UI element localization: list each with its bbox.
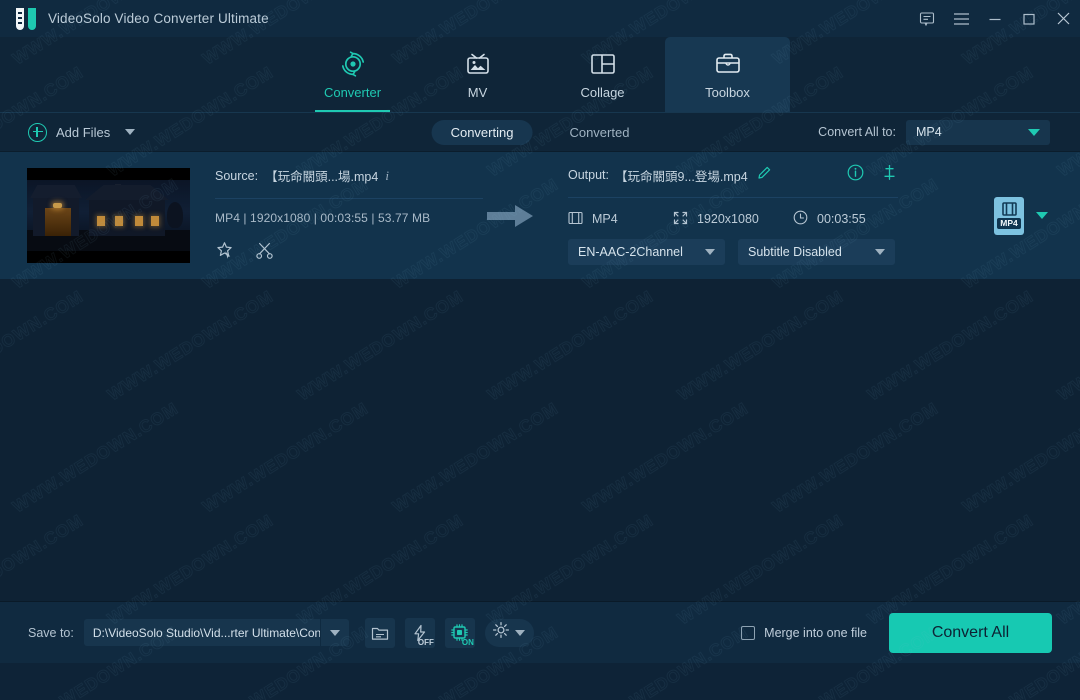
output-format-badge[interactable]: MP4: [994, 196, 1024, 235]
conversion-arrow-icon: [483, 203, 538, 229]
file-list: Source: 【玩命關頭...場.mp4 i MP4 | 1920x1080 …: [0, 152, 1080, 601]
output-resolution-value: 1920x1080: [697, 212, 759, 226]
checkbox-box: [741, 625, 756, 640]
rename-pencil-icon[interactable]: [757, 166, 771, 185]
film-icon: [568, 211, 583, 228]
tab-converted[interactable]: Converted: [550, 120, 648, 145]
subtitle-track-value: Subtitle Disabled: [748, 245, 842, 259]
feedback-icon[interactable]: [910, 0, 944, 37]
hardware-acceleration-state: OFF: [417, 637, 434, 647]
resize-icon: [673, 211, 688, 228]
merge-label: Merge into one file: [764, 625, 867, 640]
gear-icon: [492, 621, 510, 644]
tab-collage[interactable]: Collage: [540, 37, 665, 112]
output-format-row: MP4 1920x1080 00:03:55: [568, 210, 898, 228]
convert-all-to-select[interactable]: MP4: [906, 119, 1050, 145]
merge-into-one-file-checkbox[interactable]: Merge into one file: [741, 625, 867, 640]
convert-all-to-label: Convert All to:: [818, 125, 896, 139]
video-thumbnail[interactable]: [27, 168, 190, 263]
source-meta: MP4 | 1920x1080 | 00:03:55 | 53.77 MB: [215, 210, 431, 225]
add-files-label: Add Files: [56, 124, 111, 140]
add-files-button[interactable]: Add Files: [28, 122, 136, 142]
subtitle-track-select[interactable]: Subtitle Disabled: [738, 239, 895, 265]
output-label: Output:: [568, 168, 609, 182]
gpu-acceleration-toggle[interactable]: ON: [444, 617, 475, 648]
status-filter-group: Converting Converted: [431, 119, 649, 145]
toolbox-icon: [714, 50, 742, 78]
menu-icon[interactable]: [944, 0, 978, 37]
bottom-bar: Save to: D:\VideoSolo Studio\Vid...rter …: [0, 601, 1080, 663]
output-info-icon[interactable]: [847, 164, 864, 186]
preferences-button[interactable]: [484, 618, 534, 647]
output-duration-value: 00:03:55: [817, 212, 866, 226]
collage-icon: [589, 50, 617, 78]
save-to-label: Save to:: [28, 625, 74, 640]
window-controls: [910, 0, 1080, 37]
tab-mv-label: MV: [467, 84, 488, 100]
source-label: Source:: [215, 168, 259, 183]
format-badge-label: MP4: [997, 218, 1021, 229]
save-to-path: D:\VideoSolo Studio\Vid...rter Ultimate\…: [92, 625, 321, 640]
divider: [215, 197, 483, 199]
open-folder-button[interactable]: [364, 617, 395, 648]
chevron-down-icon[interactable]: [125, 129, 136, 135]
tab-mv[interactable]: MV: [415, 37, 540, 112]
cut-scissors-icon[interactable]: [255, 241, 274, 265]
chevron-down-icon: [875, 249, 885, 255]
audio-track-select[interactable]: EN-AAC-2Channel: [568, 239, 725, 265]
gpu-acceleration-state: ON: [461, 637, 474, 647]
app-title: VideoSolo Video Converter Ultimate: [48, 11, 269, 26]
tab-toolbox[interactable]: Toolbox: [665, 37, 790, 112]
toolbar: Add Files Converting Converted Convert A…: [0, 112, 1080, 152]
title-bar: VideoSolo Video Converter Ultimate: [0, 0, 1080, 37]
chevron-down-icon[interactable]: [1036, 212, 1048, 219]
save-to-group: Save to: D:\VideoSolo Studio\Vid...rter …: [28, 619, 349, 646]
output-format-value: MP4: [592, 212, 618, 226]
output-settings-icon[interactable]: [881, 164, 898, 186]
close-icon[interactable]: [1046, 0, 1080, 37]
save-to-input[interactable]: D:\VideoSolo Studio\Vid...rter Ultimate\…: [83, 619, 349, 646]
source-info: Source: 【玩命關頭...場.mp4 i MP4 | 1920x1080 …: [215, 167, 483, 265]
divider: [568, 197, 898, 198]
hardware-acceleration-toggle[interactable]: OFF: [404, 617, 435, 648]
converter-icon: [338, 50, 368, 78]
output-filename: 【玩命關頭9...登場.mp4: [615, 169, 748, 184]
tab-converter-label: Converter: [323, 84, 382, 100]
tab-converter[interactable]: Converter: [290, 37, 415, 112]
chevron-down-icon: [514, 629, 525, 636]
tab-toolbox-label: Toolbox: [705, 84, 750, 100]
tab-converting[interactable]: Converting: [431, 119, 533, 145]
output-info: Output: 【玩命關頭9...登場.mp4 MP4 1920x1080 00…: [568, 164, 898, 265]
mv-icon: [463, 50, 493, 78]
tab-collage-label: Collage: [580, 84, 625, 100]
plus-circle-icon: [28, 122, 47, 142]
convert-all-to-group: Convert All to: MP4: [818, 119, 1050, 145]
chevron-down-icon: [1028, 128, 1040, 136]
source-filename: 【玩命關頭...場.mp4: [265, 170, 379, 184]
maximize-icon[interactable]: [1012, 0, 1046, 37]
audio-track-value: EN-AAC-2Channel: [578, 245, 683, 259]
main-nav: Converter MV Collage Toolbox: [0, 37, 1080, 112]
chevron-down-icon: [330, 629, 341, 636]
edit-magic-icon[interactable]: [215, 241, 234, 265]
convert-all-to-value: MP4: [916, 125, 942, 139]
clock-icon: [793, 210, 808, 228]
app-logo-icon: [16, 7, 36, 30]
minimize-icon[interactable]: [978, 0, 1012, 37]
save-to-dropdown[interactable]: [320, 619, 349, 646]
convert-all-button[interactable]: Convert All: [889, 612, 1052, 653]
chevron-down-icon: [705, 249, 715, 255]
file-list-item[interactable]: Source: 【玩命關頭...場.mp4 i MP4 | 1920x1080 …: [0, 152, 1080, 279]
info-icon[interactable]: i: [385, 168, 389, 184]
format-badge-group: MP4: [994, 196, 1048, 235]
